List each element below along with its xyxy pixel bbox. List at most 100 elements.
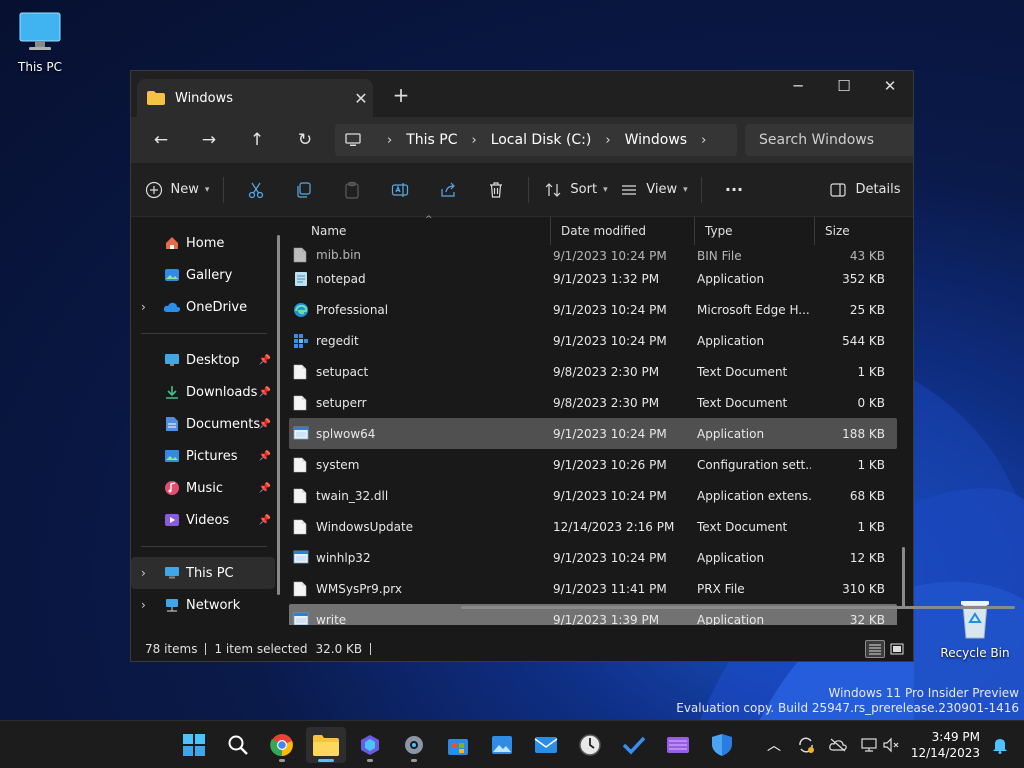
vertical-scrollbar[interactable]: [902, 547, 905, 607]
pin-icon[interactable]: 📌: [259, 355, 271, 366]
table-row[interactable]: WindowsUpdate 12/14/2023 2:16 PM Text Docu…: [289, 511, 897, 542]
notifications-button[interactable]: [988, 721, 1012, 768]
breadcrumb-chevron-icon[interactable]: ›: [605, 133, 610, 148]
forward-button[interactable]: →: [185, 124, 233, 156]
breadcrumb-chevron-icon[interactable]: ›: [471, 133, 476, 148]
details-pane-button[interactable]: Details: [825, 172, 905, 208]
table-row[interactable]: twain_32.dll 9/1/2023 10:24 PM Application…: [289, 480, 897, 511]
new-button[interactable]: New ▾: [139, 172, 215, 208]
taskbar-app-file-explorer[interactable]: [306, 727, 346, 763]
new-tab-button[interactable]: +: [389, 83, 413, 107]
taskbar-app-clock[interactable]: [570, 727, 610, 763]
sidebar-item-network[interactable]: › Network: [131, 589, 281, 621]
table-row[interactable]: regedit 9/1/2023 10:24 PM Application 544 K…: [289, 325, 897, 356]
sidebar-item-gallery[interactable]: Gallery: [131, 259, 281, 291]
back-button[interactable]: ←: [137, 124, 185, 156]
sidebar-scrollbar[interactable]: [277, 235, 280, 595]
pin-icon[interactable]: 📌: [259, 387, 271, 398]
close-button[interactable]: ✕: [867, 71, 913, 101]
file-name-cell: Professional: [289, 302, 547, 318]
copy-button[interactable]: [280, 172, 328, 208]
taskbar-app-copilot[interactable]: [350, 727, 390, 763]
taskbar-app-chrome[interactable]: [262, 727, 302, 763]
file-date: 9/1/2023 1:39 PM: [553, 612, 660, 626]
sidebar-item-videos[interactable]: Videos 📌: [131, 504, 281, 536]
taskbar-app-mail[interactable]: [526, 727, 566, 763]
sort-button[interactable]: Sort ▾: [537, 172, 615, 208]
details-view-button[interactable]: [865, 640, 885, 658]
tab-windows[interactable]: Windows ✕: [137, 79, 373, 117]
taskbar-app-todo[interactable]: [614, 727, 654, 763]
details-view-icon: [869, 644, 881, 655]
taskbar-app-settings[interactable]: [394, 727, 434, 763]
sidebar-item-pictures[interactable]: Pictures 📌: [131, 440, 281, 472]
paste-button[interactable]: [328, 172, 376, 208]
table-row[interactable]: notepad 9/1/2023 1:32 PM Application 352 KB: [289, 263, 897, 294]
column-header-name[interactable]: Name: [289, 217, 551, 245]
tray-sync-icon[interactable]: [794, 721, 818, 768]
chevron-right-icon[interactable]: ›: [141, 566, 146, 580]
view-button[interactable]: View ▾: [615, 172, 693, 208]
taskbar-app-security[interactable]: [702, 727, 742, 763]
taskbar-app-store[interactable]: [438, 727, 478, 763]
delete-button[interactable]: [472, 172, 520, 208]
chevron-right-icon[interactable]: ›: [141, 598, 146, 612]
show-hidden-icons-button[interactable]: ︿: [762, 721, 786, 768]
breadcrumb-local-disk[interactable]: Local Disk (C:): [491, 132, 592, 148]
table-row[interactable]: WMSysPr9.prx 9/1/2023 11:41 PM PRX File 310…: [289, 573, 897, 604]
taskbar-search-button[interactable]: [218, 727, 258, 763]
pin-icon[interactable]: 📌: [259, 515, 271, 526]
table-row[interactable]: splwow64 9/1/2023 10:24 PM Application 188 …: [289, 418, 897, 449]
breadcrumb-chevron-icon[interactable]: ›: [387, 133, 392, 148]
up-button[interactable]: ↑: [233, 124, 281, 156]
share-button[interactable]: [424, 172, 472, 208]
column-header-type[interactable]: Type: [695, 217, 815, 245]
table-row[interactable]: mib.bin 9/1/2023 10:24 PM BIN File 43 KB: [289, 245, 897, 263]
column-header-size[interactable]: Size: [815, 217, 895, 245]
pin-icon[interactable]: 📌: [259, 451, 271, 462]
rename-button[interactable]: [376, 172, 424, 208]
file-size: 188 KB: [842, 426, 885, 441]
clock-time: 3:49 PM: [931, 730, 980, 744]
sidebar-item-this-pc[interactable]: › This PC: [131, 557, 275, 589]
pin-icon[interactable]: 📌: [259, 483, 271, 494]
more-options-button[interactable]: ···: [710, 172, 758, 208]
horizontal-scrollbar[interactable]: [461, 606, 1015, 609]
chevron-right-icon[interactable]: ›: [141, 300, 146, 314]
maximize-button[interactable]: ☐: [821, 71, 867, 101]
table-row[interactable]: setuperr 9/8/2023 2:30 PM Text Document 0 K…: [289, 387, 897, 418]
sidebar-item-downloads[interactable]: Downloads 📌: [131, 376, 281, 408]
arrow-up-icon: ↑: [249, 130, 265, 150]
tray-onedrive-icon[interactable]: [826, 721, 850, 768]
taskbar-clock[interactable]: 3:49 PM 12/14/2023: [911, 729, 980, 761]
tiles-view-button[interactable]: [887, 640, 907, 658]
breadcrumb-windows[interactable]: Windows: [625, 132, 688, 148]
desktop-icon-this-pc[interactable]: This PC: [0, 10, 80, 74]
tab-close-icon[interactable]: ✕: [349, 89, 373, 108]
sidebar-item-music[interactable]: Music 📌: [131, 472, 281, 504]
tray-network-volume[interactable]: [858, 721, 902, 768]
breadcrumb-this-pc[interactable]: This PC: [406, 132, 457, 148]
table-row[interactable]: Professional 9/1/2023 10:24 PM Microsoft E…: [289, 294, 897, 325]
sidebar-item-desktop[interactable]: Desktop 📌: [131, 344, 281, 376]
table-row[interactable]: winhlp32 9/1/2023 10:24 PM Application 12 K…: [289, 542, 897, 573]
sidebar-item-label: Music: [186, 480, 223, 496]
cut-button[interactable]: [232, 172, 280, 208]
file-list: ^ Name Date modified Type Size mib.bin 9/…: [281, 215, 1015, 637]
table-row[interactable]: setupact 9/8/2023 2:30 PM Text Document 1 K…: [289, 356, 897, 387]
refresh-button[interactable]: ↻: [281, 124, 329, 156]
taskbar-app-clipchamp[interactable]: [658, 727, 698, 763]
breadcrumb-chevron-icon[interactable]: ›: [701, 133, 706, 148]
sidebar-item-documents[interactable]: Documents 📌: [131, 408, 281, 440]
address-bar[interactable]: › This PC › Local Disk (C:) › Windows ›: [335, 124, 737, 156]
pin-icon[interactable]: 📌: [259, 419, 271, 430]
title-bar[interactable]: Windows ✕ + ─ ☐ ✕: [131, 71, 913, 117]
taskbar-app-photos[interactable]: [482, 727, 522, 763]
sidebar-item-home[interactable]: Home: [131, 227, 281, 259]
minimize-button[interactable]: ─: [775, 71, 821, 101]
search-input[interactable]: Search Windows: [745, 124, 913, 156]
start-button[interactable]: [174, 727, 214, 763]
column-header-date[interactable]: Date modified: [551, 217, 695, 245]
table-row[interactable]: system 9/1/2023 10:26 PM Configuration set…: [289, 449, 897, 480]
sidebar-item-onedrive[interactable]: › OneDrive: [131, 291, 281, 323]
